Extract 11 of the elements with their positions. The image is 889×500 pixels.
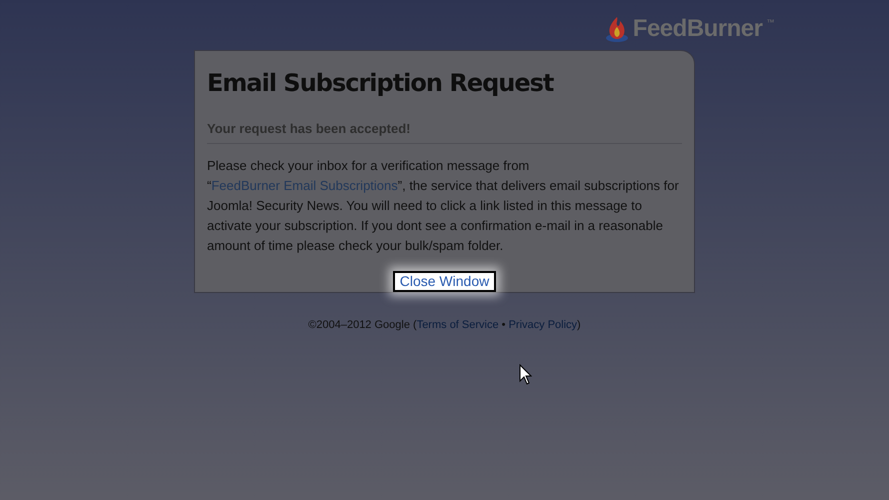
feedburner-link[interactable]: FeedBurner Email Subscriptions <box>211 178 398 193</box>
dialog-title: Email Subscription Request <box>207 68 555 99</box>
close-window-link[interactable]: Close Window <box>392 271 496 292</box>
trademark-mark: ™ <box>766 18 774 28</box>
logo-text: FeedBurner <box>632 14 762 44</box>
footer-text: ©2004–2012 Google (Terms of Service • Privacy Policy) <box>308 318 581 333</box>
terms-link[interactable]: Terms of Service <box>416 319 499 331</box>
mouse-cursor-icon <box>519 364 532 385</box>
message-text: Please check your inbox for a verification message from “FeedBurner Email Subscriptions”, the service that delivers email subscriptions for Joomla! Security News. You will need to click a link listed in this message to activate your subscription. If you dont see a confirmation e-mail in a reasonable amount of time please check your bulk/spam folder. <box>207 157 680 255</box>
privacy-link[interactable]: Privacy Policy <box>508 319 578 331</box>
flame-logo-icon <box>604 15 629 43</box>
